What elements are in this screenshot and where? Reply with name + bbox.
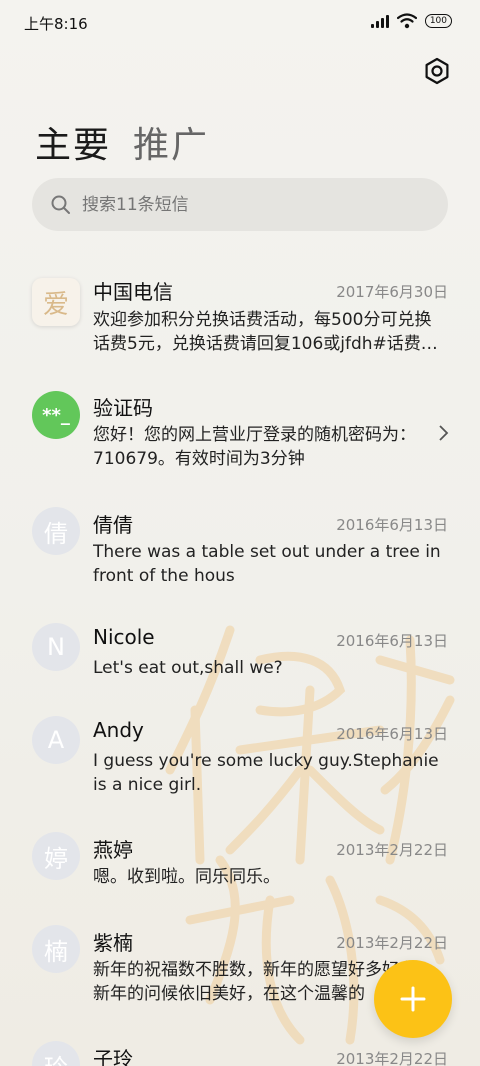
avatar: A [32,716,80,764]
avatar: N [32,623,80,671]
contact-name: 燕婷 [93,838,133,862]
chevron-right-icon [439,425,449,441]
contact-name: Andy [93,718,144,742]
signal-icon [370,14,389,28]
status-icons: 100 [370,13,452,29]
message-preview: 您好！您的网上营业厅登录的随机密码为：710679。有效时间为3分钟 [93,425,416,469]
avatar: 玲 [32,1041,80,1066]
battery-icon: 100 [424,14,452,28]
conversation-item[interactable]: 玲 子玲 2013年2月22日 [0,1036,480,1066]
conversation-item[interactable]: A Andy 2016年6月13日 I guess you're some lu… [0,711,480,827]
contact-name: 倩倩 [93,513,133,537]
status-bar: 上午8:16 100 [0,0,480,46]
tab-primary[interactable]: 主要 [35,116,111,168]
message-preview: There was a table set out under a tree i… [93,542,441,586]
contact-name: 紫楠 [93,931,133,955]
conversation-item[interactable]: 爱 中国电信 2017年6月30日 欢迎参加积分兑换话费活动，每500分可兑换话… [0,270,480,386]
search-bar[interactable] [32,178,448,231]
message-preview: 欢迎参加积分兑换话费活动，每500分可兑换话费5元，兑换话费请回复106或jfd… [93,310,438,354]
contact-name: 子玲 [93,1047,133,1066]
plus-icon [400,986,426,1012]
avatar: 婷 [32,832,80,880]
conversation-item[interactable]: **_ 验证码 您好！您的网上营业厅登录的随机密码为：710679。有效时间为3… [0,386,480,502]
wifi-icon [396,13,417,29]
avatar: **_ [32,391,80,439]
conversation-item[interactable]: 倩 倩倩 2016年6月13日 There was a table set ou… [0,502,480,618]
contact-name: 验证码 [93,396,153,420]
message-date: 2016年6月13日 [336,725,448,743]
message-preview: 嗯。收到啦。同乐同乐。 [93,867,280,887]
contact-name: 中国电信 [93,280,173,304]
search-icon [51,195,70,214]
avatar: 爱 [32,278,80,326]
message-date: 2013年2月22日 [336,1050,448,1066]
message-date: 2013年2月22日 [336,841,448,859]
message-date: 2016年6月13日 [336,632,448,650]
search-input[interactable] [82,194,402,215]
status-time: 上午8:16 [24,15,88,33]
gear-icon [425,57,449,85]
settings-button[interactable] [422,56,452,86]
message-preview: Let's eat out,shall we? [93,658,283,678]
message-date: 2017年6月30日 [336,283,448,301]
contact-name: Nicole [93,625,155,649]
message-date: 2013年2月22日 [336,934,448,952]
avatar: 倩 [32,507,80,555]
avatar: 楠 [32,925,80,973]
message-date: 2016年6月13日 [336,516,448,534]
message-preview: I guess you're some lucky guy.Stephanie … [93,751,439,795]
tab-promotions[interactable]: 推广 [133,116,209,168]
tab-bar: 主要 推广 [35,116,209,168]
compose-button[interactable] [374,960,452,1038]
